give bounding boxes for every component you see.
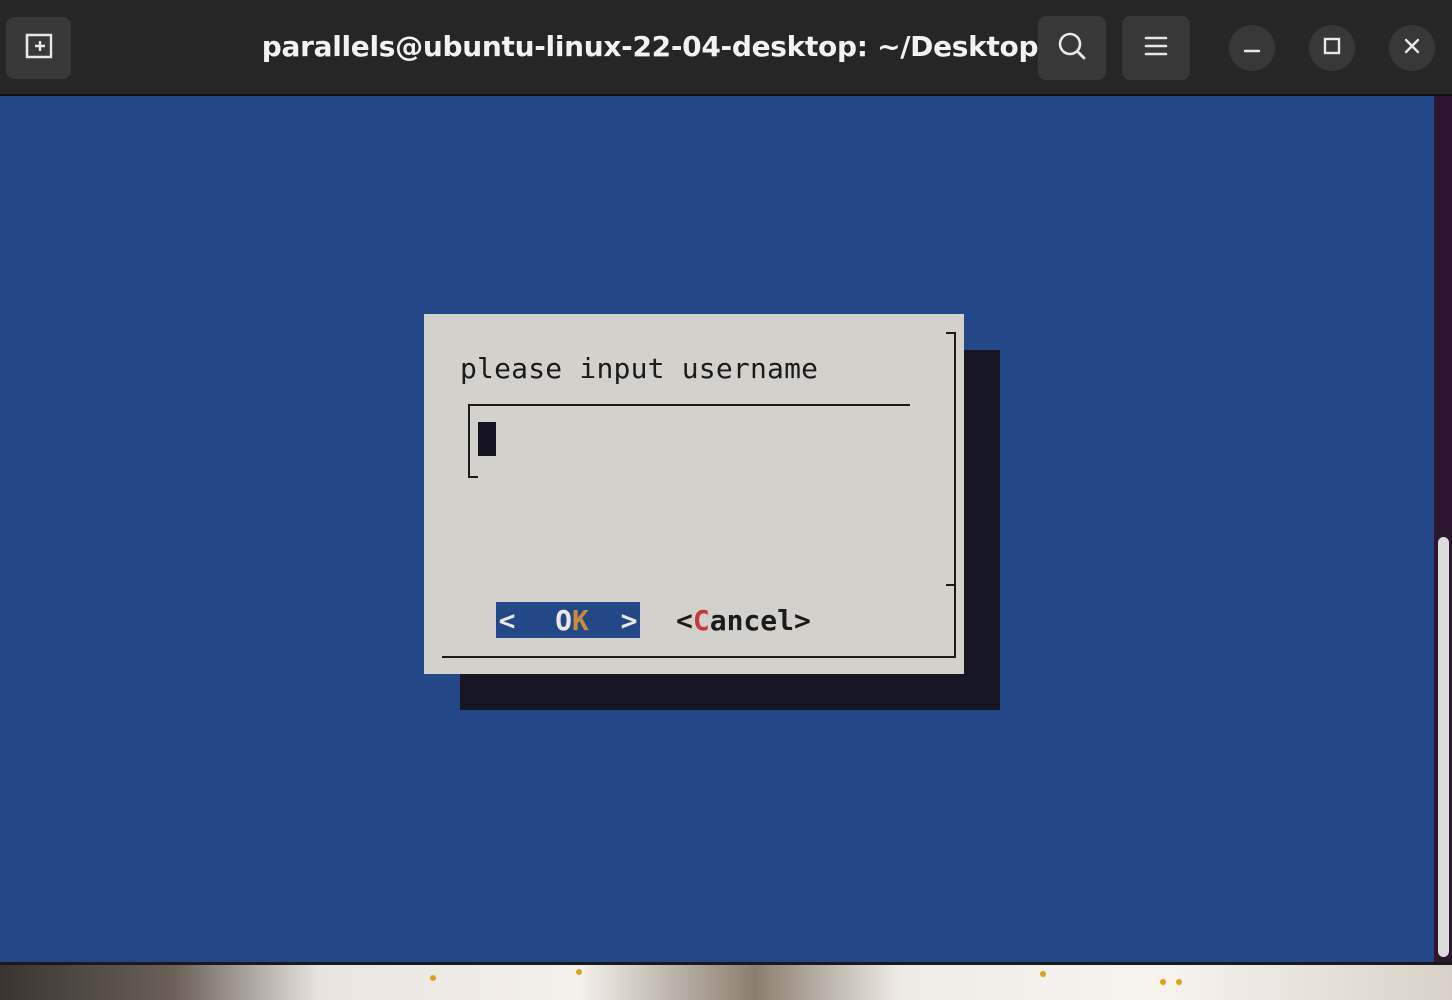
- flower-stamen: [1176, 979, 1182, 985]
- hamburger-menu-icon: [1143, 34, 1169, 62]
- text-cursor: [478, 422, 496, 456]
- maximize-button[interactable]: [1309, 25, 1355, 71]
- flower-stamen: [576, 969, 582, 975]
- flower-stamen: [1160, 979, 1166, 985]
- cancel-button[interactable]: < Cancel >: [676, 602, 811, 638]
- title-bar: parallels@ubuntu-linux-22-04-desktop: ~/…: [0, 0, 1452, 96]
- minimize-button[interactable]: [1229, 25, 1275, 71]
- flower-stamen: [430, 975, 436, 981]
- dialog-frame-separator: [946, 584, 956, 586]
- new-tab-icon: [23, 31, 55, 65]
- dialog-frame-right: [954, 332, 956, 658]
- search-button[interactable]: [1038, 16, 1106, 80]
- input-border-corner: [468, 476, 478, 478]
- menu-button[interactable]: [1122, 16, 1190, 80]
- input-border-top: [468, 404, 910, 406]
- input-dialog: please input username < OK > < Cancel >: [424, 314, 964, 674]
- cancel-hotkey: C: [692, 603, 710, 637]
- input-border-left: [468, 404, 470, 478]
- username-input[interactable]: [468, 404, 910, 478]
- dialog-prompt: please input username: [460, 352, 819, 385]
- ok-left-bracket: <: [498, 603, 516, 637]
- close-icon: [1402, 36, 1422, 60]
- ok-label: OK: [555, 604, 589, 637]
- ok-label-text: O: [555, 603, 572, 637]
- dialog-frame-bottom: [442, 656, 956, 658]
- new-tab-button[interactable]: [6, 17, 71, 79]
- search-icon: [1056, 30, 1088, 66]
- cancel-open-bracket: <: [676, 603, 693, 637]
- dialog-frame-corner: [946, 332, 956, 334]
- ok-button[interactable]: < OK >: [496, 602, 640, 638]
- flower-stamen: [1040, 971, 1046, 977]
- maximize-icon: [1322, 36, 1342, 60]
- cancel-label: ancel: [709, 603, 795, 637]
- desktop-wallpaper: [0, 962, 1452, 1000]
- minimize-icon: [1242, 36, 1262, 60]
- window-title: parallels@ubuntu-linux-22-04-desktop: ~/…: [261, 30, 1039, 63]
- scrollbar-thumb[interactable]: [1438, 537, 1449, 957]
- ok-hotkey: K: [572, 603, 589, 637]
- close-button[interactable]: [1389, 25, 1435, 71]
- cancel-close-bracket: >: [794, 603, 811, 637]
- terminal-window: parallels@ubuntu-linux-22-04-desktop: ~/…: [0, 0, 1452, 1000]
- ok-right-bracket: >: [620, 603, 638, 637]
